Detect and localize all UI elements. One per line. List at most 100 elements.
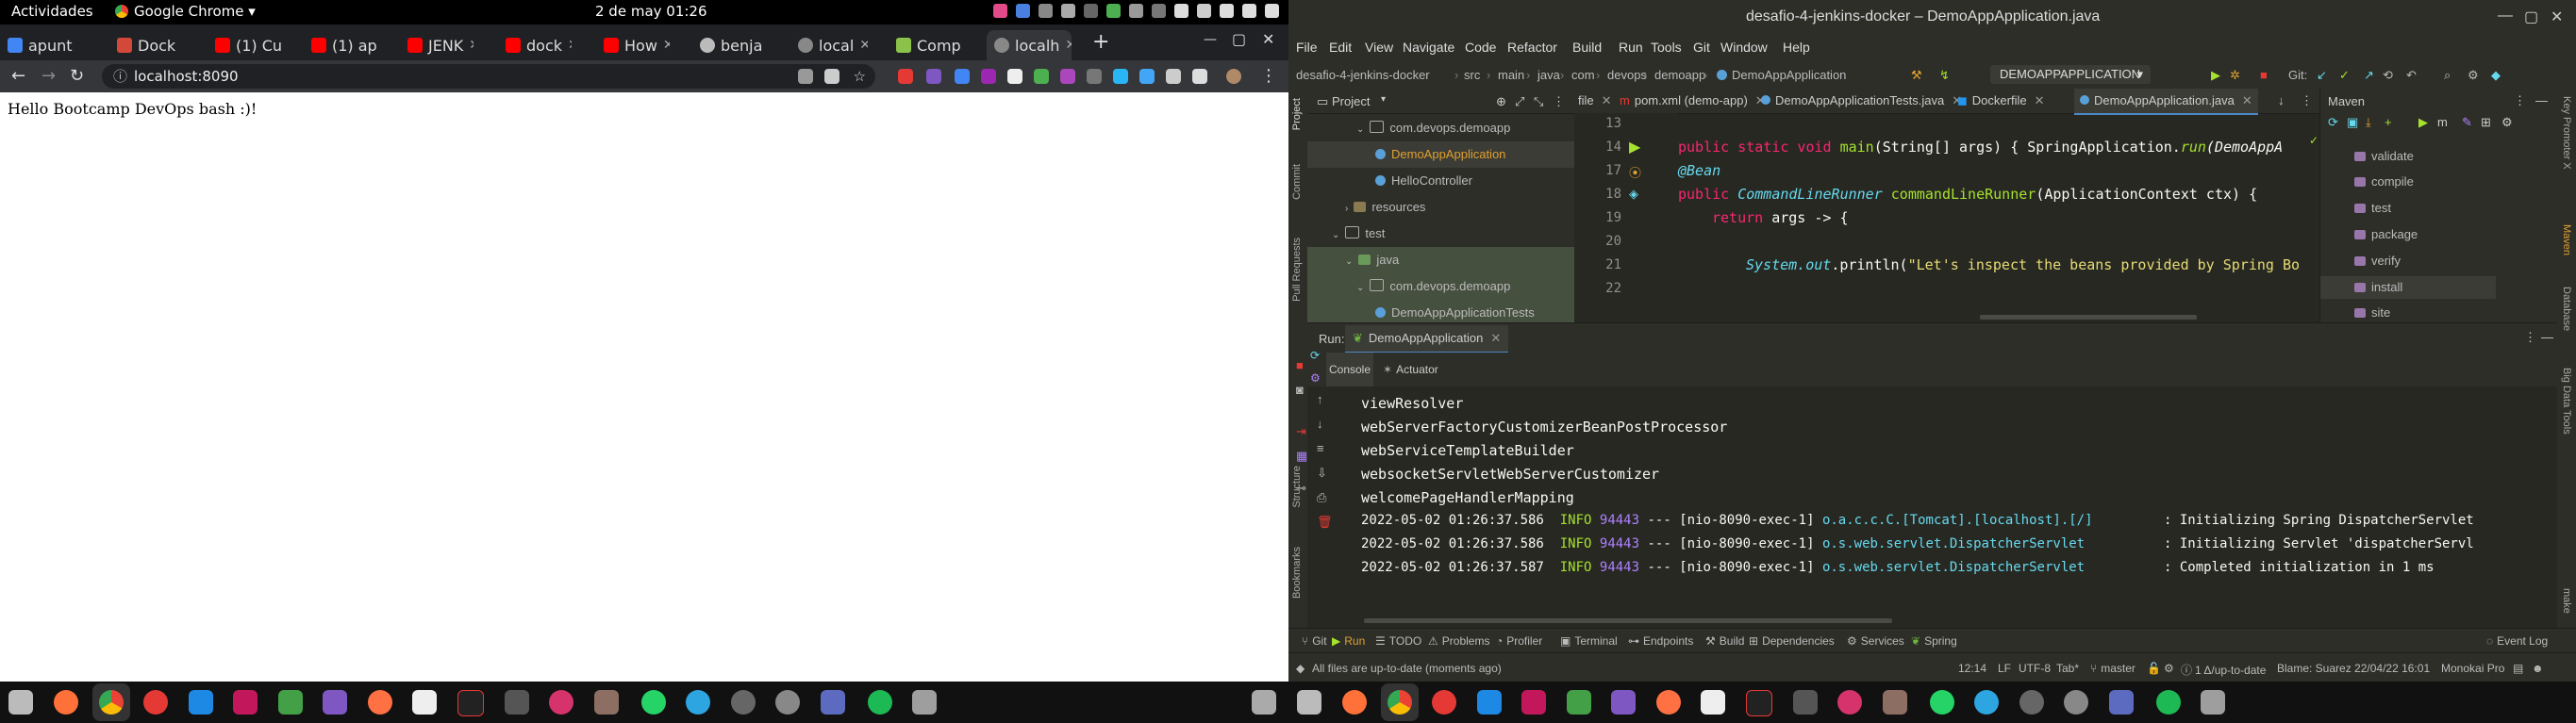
vscode-icon[interactable] [189,690,213,715]
browser-tab[interactable]: (1) ap✕ [311,30,381,60]
theme-label[interactable]: Monokai Pro [2441,662,2504,675]
run-configuration-select[interactable]: DEMOAPPAPPLICATION ▾ [1990,65,2151,84]
tool-window-problems[interactable]: ⚠ Problems [1428,634,1489,648]
pycharm-icon[interactable] [278,690,303,715]
breadcrumb-item[interactable]: main [1498,68,1524,82]
tree-node[interactable]: › resources [1307,194,1612,221]
tray-app-icon[interactable] [1016,4,1030,18]
browser-tab[interactable]: (1) Cu✕ [215,30,285,60]
git-branch-status[interactable]: ⑂ master [2090,662,2136,675]
app-grid-icon[interactable] [1252,690,1276,715]
app-icon[interactable] [2109,690,2134,715]
wifi-icon[interactable] [1174,4,1188,18]
tool-window-services[interactable]: ⚙ Services [1847,634,1904,648]
notifications-icon[interactable]: ☻ [2532,662,2544,675]
browser-tab[interactable]: Dock ✕ [117,30,183,60]
menu-refactor[interactable]: Refactor [1507,40,1557,55]
extension-icon[interactable] [955,69,970,84]
bean-gutter-icon[interactable]: ◈ [1629,187,1638,202]
notion-icon[interactable] [1701,690,1725,715]
tool-window-endpoints[interactable]: ⊶ Endpoints [1628,634,1693,648]
debug-icon[interactable]: ✲ [2230,68,2240,83]
close-tab-icon[interactable]: ✕ [469,38,474,53]
console-subtab[interactable]: Console [1326,353,1373,386]
breadcrumb-item[interactable]: demoapp [1654,68,1705,82]
menu-help[interactable]: Help [1783,40,1810,55]
tool-window-spring[interactable]: ❦ Spring [1911,634,1957,648]
run-gutter-icon[interactable]: ▶ [1629,138,1640,156]
lock-icon[interactable]: 🔓 [2147,662,2161,675]
layout-icon[interactable]: ▦ [1296,449,1307,464]
files-icon[interactable] [1883,690,1907,715]
add-config-icon[interactable]: ↯ [1939,68,1950,83]
tool-window-terminal[interactable]: ▣ Terminal [1560,634,1618,648]
chrome-icon[interactable] [99,690,124,715]
volume-icon[interactable] [1220,4,1234,18]
new-tab-button[interactable]: + [1092,30,1109,54]
expand-icon[interactable]: ⤢ [1515,94,1524,109]
intellij-icon[interactable] [1521,690,1546,715]
tool-window-profiler[interactable]: ◔ Profiler [1496,634,1542,648]
forward-button[interactable]: → [42,66,56,86]
tool-window-event-log[interactable]: ◌ Event Log [2486,634,2548,648]
chevron-down-icon[interactable]: ⌄ [1356,283,1364,293]
run-icon[interactable]: ▶ [2211,68,2220,83]
options-icon[interactable]: ⋮ [1553,94,1565,109]
browser-tab[interactable]: Comp✕ [896,30,966,60]
side-panel-icon[interactable] [1192,69,1207,84]
print-icon[interactable]: ⎙ [1317,490,1330,504]
editor-tab-active[interactable]: DemoAppApplication.java ✕ [2074,89,2258,115]
scroll-up-icon[interactable]: ↑ [1317,392,1330,406]
git-commit-icon[interactable]: ✓ [2339,68,2350,83]
extension-icon[interactable] [1060,69,1075,84]
commit-tool-tab[interactable]: Commit [1291,164,1303,200]
minimize-panel-icon[interactable]: — [2535,93,2548,107]
app-icon[interactable] [775,690,800,715]
menu-view[interactable]: View [1365,40,1393,55]
status-toggle-icon[interactable]: ◆ [1296,662,1305,675]
maven-tool-tab[interactable]: Maven [2561,224,2572,255]
close-tab-icon[interactable]: ✕ [859,38,868,53]
postman-icon[interactable] [368,690,392,715]
show-desktop-icon[interactable] [1297,690,1321,715]
search-icon[interactable]: ⌕ [2444,68,2451,83]
breadcrumb-item[interactable]: DemoAppApplication [1717,68,1846,82]
big-data-tools-tab[interactable]: Big Data Tools [2561,368,2572,435]
browser-tab[interactable]: JENK ✕ [407,30,474,60]
firefox-icon[interactable] [1342,690,1367,715]
menu-navigate[interactable]: Navigate [1403,40,1454,55]
stop-icon[interactable]: ■ [1296,358,1304,372]
line-separator[interactable]: LF [1998,662,2011,675]
tray-app-icon[interactable] [1106,4,1121,18]
bookmarks-tool-tab[interactable]: Bookmarks [1291,547,1303,599]
git-status[interactable]: ⓘ 1 Δ/up-to-date [2181,662,2266,678]
database-tool-tab[interactable]: Database [2561,287,2572,331]
exit-icon[interactable]: ⇥ [1296,424,1306,439]
tree-node[interactable]: ⌄ java [1307,247,1612,273]
editor-icon[interactable] [457,690,484,716]
maven-settings-icon[interactable]: m [2437,115,2448,129]
back-button[interactable]: ← [11,66,25,86]
breadcrumb-item[interactable]: com [1571,68,1595,82]
editor-tab[interactable]: mpom.xml (demo-app)✕ [1620,89,1766,113]
maven-goal[interactable]: verify [2354,254,2401,268]
maven-goal[interactable]: validate [2354,149,2414,163]
ide-settings-icon[interactable]: ⚙ [2164,662,2174,675]
app-icon[interactable] [2019,690,2044,715]
extension-icon[interactable] [1113,69,1128,84]
options-icon[interactable]: ⋮ [2301,93,2313,108]
extension-icon[interactable] [1139,69,1155,84]
close-tab-icon[interactable]: ✕ [2035,93,2045,107]
app-icon[interactable] [2201,690,2225,715]
menu-code[interactable]: Code [1465,40,1496,55]
browser-tab[interactable]: local ✕ [798,30,868,60]
extension-icon[interactable] [926,69,941,84]
maven-goal[interactable]: package [2354,227,2418,241]
browser-tab[interactable]: dock ✕ [506,30,572,60]
minimize-button[interactable]: — [1204,32,1217,47]
minimize-panel-icon[interactable]: — [2541,330,2553,344]
telegram-icon[interactable] [1974,690,1999,715]
bookmark-star-icon[interactable]: ☆ [854,64,866,89]
bean-gutter-icon[interactable]: ⦿ [1629,163,1641,181]
app-icon[interactable] [1432,690,1456,715]
